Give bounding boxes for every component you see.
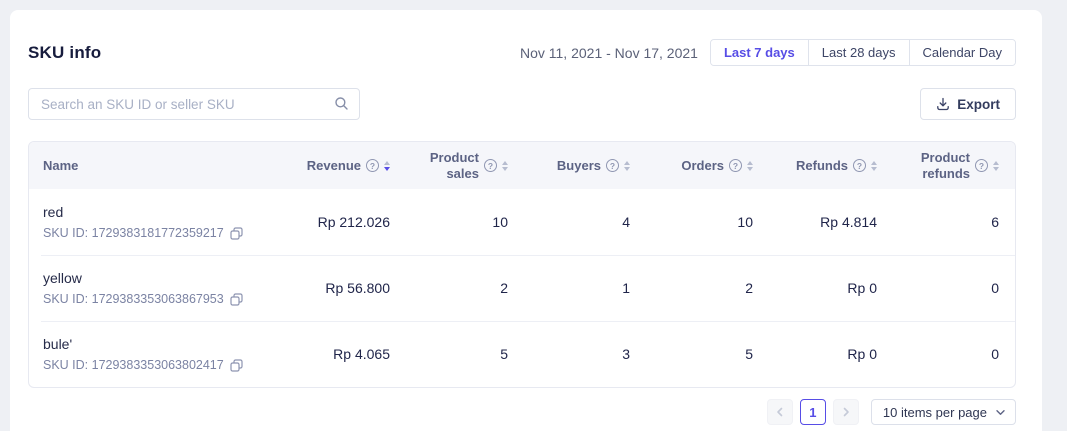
- sku-table: Name Revenue Product sales Buyers Orders: [28, 141, 1016, 388]
- page-1-button[interactable]: 1: [800, 399, 826, 425]
- copy-icon[interactable]: [230, 227, 243, 240]
- date-controls: Nov 11, 2021 - Nov 17, 2021 Last 7 days …: [520, 39, 1016, 66]
- pagination: 1 10 items per page: [28, 399, 1016, 425]
- chevron-right-icon: [841, 407, 851, 417]
- column-header-refunds[interactable]: Refunds: [767, 158, 891, 174]
- search-input[interactable]: [28, 88, 360, 120]
- sku-id: SKU ID: 1729383353063802417: [43, 358, 224, 372]
- chevron-down-icon: [995, 407, 1006, 418]
- buyers-value: 1: [522, 280, 644, 296]
- sku-id: SKU ID: 1729383181772359217: [43, 226, 224, 240]
- range-button-last-7-days[interactable]: Last 7 days: [711, 40, 808, 65]
- column-header-product-refunds[interactable]: Product refunds: [891, 150, 1015, 181]
- sort-icon[interactable]: [624, 161, 630, 171]
- sort-icon[interactable]: [993, 161, 999, 171]
- revenue-value: Rp 56.800: [284, 280, 404, 296]
- column-header-buyers[interactable]: Buyers: [522, 158, 644, 174]
- info-icon[interactable]: [606, 159, 619, 172]
- orders-value: 2: [644, 280, 767, 296]
- column-header-name: Name: [29, 158, 284, 174]
- sku-name: red: [43, 204, 284, 220]
- column-header-revenue[interactable]: Revenue: [284, 158, 404, 174]
- revenue-value: Rp 212.026: [284, 214, 404, 230]
- product-refunds-value: 6: [891, 214, 1015, 230]
- items-per-page-select[interactable]: 10 items per page: [871, 399, 1016, 425]
- orders-value: 10: [644, 214, 767, 230]
- product-sales-value: 10: [404, 214, 522, 230]
- date-range-switcher: Last 7 days Last 28 days Calendar Day: [710, 39, 1016, 66]
- info-icon[interactable]: [853, 159, 866, 172]
- prev-page-button[interactable]: [767, 399, 793, 425]
- range-button-calendar-day[interactable]: Calendar Day: [909, 40, 1016, 65]
- product-refunds-value: 0: [891, 280, 1015, 296]
- table-row: red SKU ID: 1729383181772359217 Rp 212.0…: [29, 189, 1015, 255]
- revenue-value: Rp 4.065: [284, 346, 404, 362]
- export-label: Export: [957, 97, 1000, 112]
- card-header: SKU info Nov 11, 2021 - Nov 17, 2021 Las…: [28, 10, 1016, 66]
- refunds-value: Rp 0: [767, 280, 891, 296]
- info-icon[interactable]: [975, 159, 988, 172]
- sort-icon[interactable]: [502, 161, 508, 171]
- toolbar: Export: [28, 88, 1016, 120]
- info-icon[interactable]: [484, 159, 497, 172]
- buyers-value: 4: [522, 214, 644, 230]
- info-icon[interactable]: [729, 159, 742, 172]
- search-box: [28, 88, 360, 120]
- sku-name-cell: yellow SKU ID: 1729383353063867953: [29, 270, 284, 306]
- column-header-product-sales[interactable]: Product sales: [404, 150, 522, 181]
- table-header-row: Name Revenue Product sales Buyers Orders: [29, 142, 1015, 189]
- buyers-value: 3: [522, 346, 644, 362]
- date-range-label: Nov 11, 2021 - Nov 17, 2021: [520, 45, 698, 61]
- product-sales-value: 2: [404, 280, 522, 296]
- sku-name: bule': [43, 336, 284, 352]
- sort-icon[interactable]: [871, 161, 877, 171]
- sku-info-card: SKU info Nov 11, 2021 - Nov 17, 2021 Las…: [10, 10, 1042, 431]
- next-page-button[interactable]: [833, 399, 859, 425]
- info-icon[interactable]: [366, 159, 379, 172]
- table-row: yellow SKU ID: 1729383353063867953 Rp 56…: [29, 255, 1015, 321]
- sort-icon[interactable]: [747, 161, 753, 171]
- export-button[interactable]: Export: [920, 88, 1016, 120]
- product-sales-value: 5: [404, 346, 522, 362]
- refunds-value: Rp 0: [767, 346, 891, 362]
- refunds-value: Rp 4.814: [767, 214, 891, 230]
- items-per-page-label: 10 items per page: [883, 405, 987, 420]
- sort-icon[interactable]: [384, 161, 390, 171]
- sku-name-cell: bule' SKU ID: 1729383353063802417: [29, 336, 284, 372]
- sku-id: SKU ID: 1729383353063867953: [43, 292, 224, 306]
- table-row: bule' SKU ID: 1729383353063802417 Rp 4.0…: [29, 321, 1015, 387]
- orders-value: 5: [644, 346, 767, 362]
- chevron-left-icon: [775, 407, 785, 417]
- range-button-last-28-days[interactable]: Last 28 days: [808, 40, 909, 65]
- page-title: SKU info: [28, 43, 101, 63]
- sku-name: yellow: [43, 270, 284, 286]
- copy-icon[interactable]: [230, 359, 243, 372]
- sku-name-cell: red SKU ID: 1729383181772359217: [29, 204, 284, 240]
- product-refunds-value: 0: [891, 346, 1015, 362]
- copy-icon[interactable]: [230, 293, 243, 306]
- search-icon: [334, 96, 349, 111]
- column-header-orders[interactable]: Orders: [644, 158, 767, 174]
- download-icon: [936, 97, 950, 111]
